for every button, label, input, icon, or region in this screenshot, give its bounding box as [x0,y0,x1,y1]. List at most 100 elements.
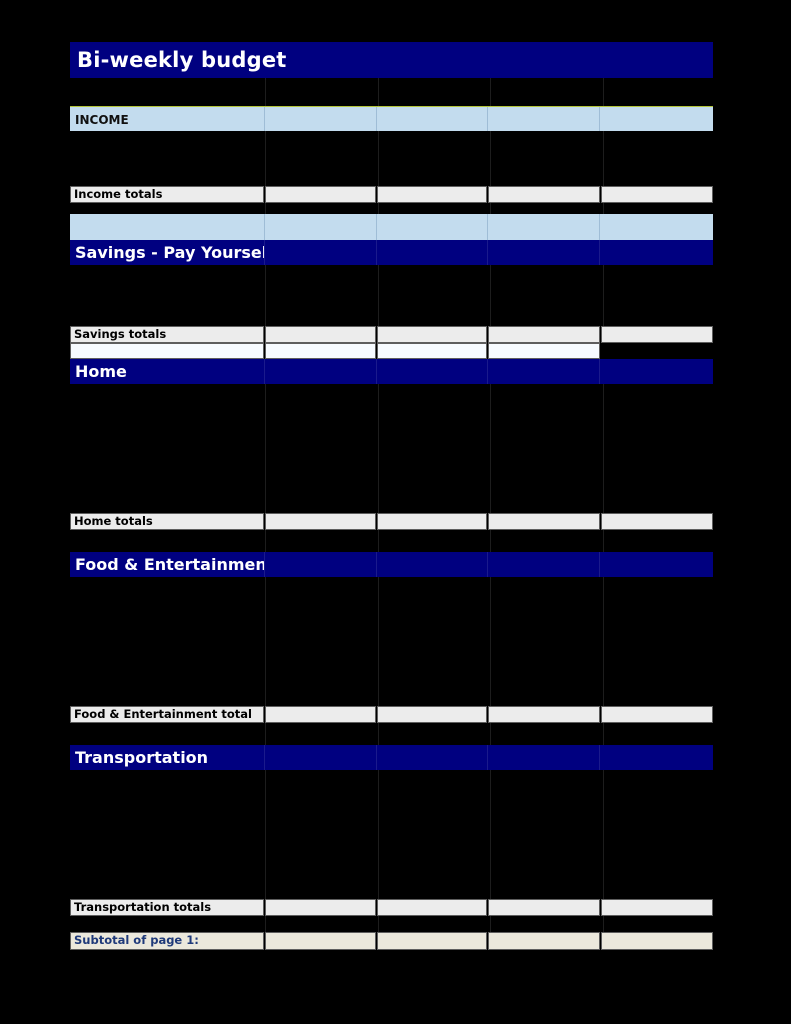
totals-row-food-entertainment-value-4[interactable] [600,706,714,723]
totals-row-home-value-4[interactable] [600,513,714,530]
totals-row-income-value-3[interactable] [488,186,600,203]
section-header-savings-col4 [600,240,713,265]
budget-worksheet: Bi-weekly budget Income Income totals [70,42,714,950]
totals-row-food-entertainment: Food & Entertainment total [70,706,714,723]
totals-row-transportation-label-cell: Transportation totals [70,899,264,916]
section-header-home-col3 [488,359,600,384]
subtotal-row-value-1[interactable] [264,932,377,950]
banner-strip-above-savings [70,214,713,240]
totals-row-transportation-value-3[interactable] [488,899,600,916]
section-header-home-label: Home [75,362,127,381]
totals-row-savings-value-2[interactable] [377,326,488,343]
subtotal-row-label: Subtotal of page 1: [74,933,199,948]
subtotal-row-value-3[interactable] [488,932,600,950]
section-header-food-entertainment-label: Food & Entertainment [75,555,265,574]
transportation-entry-area[interactable] [70,770,713,899]
totals-row-income-label: Income totals [74,186,163,201]
entry-row-savings-cell-1[interactable] [264,343,377,359]
totals-row-savings-value-3[interactable] [488,326,600,343]
section-header-food-entertainment-label-cell: Food & Entertainment [70,552,265,577]
savings-entry-area[interactable] [70,265,713,326]
totals-row-home: Home totals [70,513,714,530]
subtotal-row-value-2[interactable] [377,932,488,950]
section-header-transportation[interactable]: Transportation [70,745,713,770]
spacer-after-title [70,78,713,106]
section-header-transportation-col4 [600,745,713,770]
totals-row-home-value-3[interactable] [488,513,600,530]
section-header-transportation-label-cell: Transportation [70,745,265,770]
totals-row-home-label: Home totals [74,513,153,528]
banner-strip-above-savings-col4 [600,214,713,240]
section-header-savings-label-cell: Savings - Pay Yourself First [70,240,265,265]
spacer-after-home-totals [70,530,713,552]
entry-row-savings-cell-4 [600,343,713,359]
banner-strip-above-savings-col0 [70,214,265,240]
totals-row-transportation-value-1[interactable] [264,899,377,916]
totals-row-home-value-1[interactable] [264,513,377,530]
totals-row-food-entertainment-value-3[interactable] [488,706,600,723]
entry-row-savings[interactable] [70,343,713,359]
section-header-home-col1 [265,359,377,384]
subtotal-row: Subtotal of page 1: [70,932,714,950]
totals-row-food-entertainment-label: Food & Entertainment total [74,706,252,721]
section-header-income-col4 [600,107,713,131]
totals-row-income-value-4[interactable] [600,186,714,203]
banner-strip-above-savings-col1 [265,214,377,240]
entry-row-savings-cell-2[interactable] [377,343,488,359]
home-entry-area[interactable] [70,384,713,513]
subtotal-row-value-4[interactable] [600,932,714,950]
totals-row-savings-label: Savings totals [74,326,167,341]
section-header-home-col2 [377,359,488,384]
section-header-home-label-cell: Home [70,359,265,384]
subtotal-row-label-cell: Subtotal of page 1: [70,932,264,950]
section-header-food-entertainment-col1 [265,552,377,577]
spacer-after-food-entertainment-totals [70,723,713,745]
totals-row-income: Income totals [70,186,714,203]
section-header-transportation-col2 [377,745,488,770]
section-header-income[interactable]: Income [70,106,713,131]
page-title: Bi-weekly budget [77,48,287,72]
totals-row-savings-value-4[interactable] [600,326,714,343]
totals-row-food-entertainment-value-1[interactable] [264,706,377,723]
section-header-transportation-col3 [488,745,600,770]
food-entertainment-entry-area[interactable] [70,577,713,706]
section-header-home-col4 [600,359,713,384]
totals-row-savings-value-1[interactable] [264,326,377,343]
section-header-food-entertainment[interactable]: Food & Entertainment [70,552,713,577]
totals-row-savings-label-cell: Savings totals [70,326,264,343]
income-entry-area[interactable] [70,131,713,186]
section-header-food-entertainment-col3 [488,552,600,577]
section-header-income-col2 [377,107,488,131]
section-header-transportation-col1 [265,745,377,770]
section-header-food-entertainment-col2 [377,552,488,577]
spacer-before-subtotal [70,916,713,932]
entry-row-savings-cell-0[interactable] [70,343,264,359]
section-header-savings-col2 [377,240,488,265]
entry-row-savings-cell-3[interactable] [488,343,600,359]
totals-row-home-value-2[interactable] [377,513,488,530]
section-header-income-label-cell: Income [70,107,265,131]
totals-row-home-label-cell: Home totals [70,513,264,530]
worksheet-title-bar: Bi-weekly budget [70,42,713,78]
totals-row-income-label-cell: Income totals [70,186,264,203]
banner-strip-above-savings-col2 [377,214,488,240]
section-header-food-entertainment-col4 [600,552,713,577]
section-header-savings-col3 [488,240,600,265]
totals-row-transportation-value-2[interactable] [377,899,488,916]
section-header-income-col1 [265,107,377,131]
totals-row-transportation-label: Transportation totals [74,899,212,914]
section-header-savings-label: Savings - Pay Yourself First [75,243,264,262]
section-header-income-label: Income [75,109,129,129]
spacer-after-income-totals [70,203,713,214]
totals-row-income-value-2[interactable] [377,186,488,203]
totals-row-income-value-1[interactable] [264,186,377,203]
section-header-income-col3 [488,107,600,131]
section-header-savings-col1 [265,240,377,265]
section-header-transportation-label: Transportation [75,748,209,767]
totals-row-transportation-value-4[interactable] [600,899,714,916]
totals-row-food-entertainment-value-2[interactable] [377,706,488,723]
section-header-savings[interactable]: Savings - Pay Yourself First [70,240,713,265]
section-header-home[interactable]: Home [70,359,713,384]
totals-row-savings: Savings totals [70,326,714,343]
banner-strip-above-savings-col3 [488,214,600,240]
